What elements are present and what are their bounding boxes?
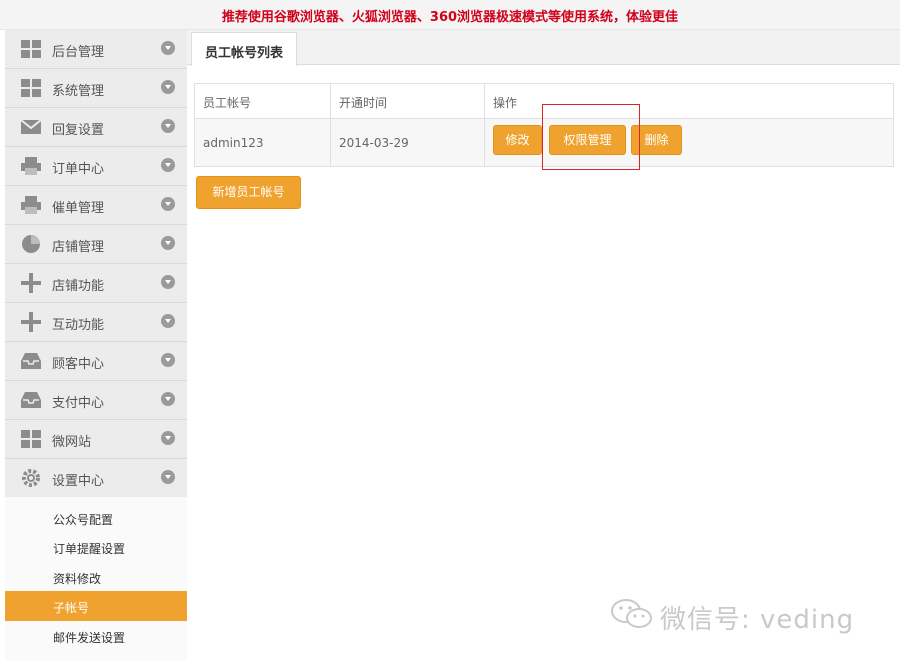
sidebar-item-label: 催单管理 xyxy=(52,201,105,216)
inbox-icon xyxy=(21,353,41,369)
chevron-down-icon xyxy=(161,392,175,406)
submenu-item-order-reminder[interactable]: 订单提醒设置 xyxy=(5,532,187,562)
chevron-down-icon xyxy=(161,119,175,133)
highlight-box xyxy=(542,104,640,170)
pie-chart-icon xyxy=(22,235,40,253)
add-staff-account-button[interactable]: 新增员工帐号 xyxy=(196,176,301,209)
settings-submenu: 公众号配置 订单提醒设置 资料修改 子帐号 邮件发送设置 xyxy=(5,497,187,661)
sidebar-item-label: 设置中心 xyxy=(52,474,105,489)
chevron-down-icon xyxy=(161,275,175,289)
inbox-icon xyxy=(21,392,41,408)
sidebar-item-backend[interactable]: 后台管理 xyxy=(5,30,187,69)
sidebar-item-label: 后台管理 xyxy=(52,45,105,60)
sidebar-item-reminders[interactable]: 催单管理 xyxy=(5,186,187,225)
sidebar-item-settings[interactable]: 设置中心 xyxy=(5,459,187,498)
submenu-item-label: 子帐号 xyxy=(53,601,90,615)
chevron-down-icon xyxy=(161,197,175,211)
header-cell: 员工帐号 xyxy=(195,84,331,118)
sidebar-item-interaction[interactable]: 互动功能 xyxy=(5,303,187,342)
sidebar-item-label: 微网站 xyxy=(52,435,92,450)
chevron-down-icon xyxy=(161,80,175,94)
column-header-account: 员工帐号 xyxy=(203,96,252,110)
chevron-down-icon xyxy=(161,431,175,445)
wechat-watermark: 微信号: veding xyxy=(610,595,875,635)
sidebar-item-label: 支付中心 xyxy=(52,396,105,411)
printer-icon xyxy=(21,196,41,214)
gear-icon xyxy=(22,469,40,487)
chevron-down-icon xyxy=(161,314,175,328)
sidebar-item-label: 订单中心 xyxy=(52,162,105,177)
sidebar-item-payment[interactable]: 支付中心 xyxy=(5,381,187,420)
printer-icon xyxy=(21,157,41,175)
browser-notice: 推荐使用谷歌浏览器、火狐浏览器、360浏览器极速模式等使用系统，体验更佳 xyxy=(221,10,679,25)
grid-icon xyxy=(21,40,41,58)
sidebar: 后台管理 系统管理 回复设置 订单中心 催单管理 店铺管理 店铺功能 互动功能 xyxy=(5,30,187,661)
submenu-item-profile[interactable]: 资料修改 xyxy=(5,562,187,592)
table-cell: 2014-03-29 xyxy=(331,119,485,166)
submenu-item-label: 邮件发送设置 xyxy=(53,631,126,645)
sidebar-item-orders[interactable]: 订单中心 xyxy=(5,147,187,186)
column-header-date: 开通时间 xyxy=(339,96,388,110)
plus-icon xyxy=(21,273,41,293)
sidebar-item-label: 顾客中心 xyxy=(52,357,105,372)
sidebar-item-store-features[interactable]: 店铺功能 xyxy=(5,264,187,303)
chevron-down-icon xyxy=(161,353,175,367)
submenu-item-label: 资料修改 xyxy=(53,572,102,586)
envelope-icon xyxy=(20,119,42,134)
account-value: admin123 xyxy=(203,136,264,150)
chevron-down-icon xyxy=(161,41,175,55)
submenu-item-label: 公众号配置 xyxy=(53,513,114,527)
sidebar-item-microsite[interactable]: 微网站 xyxy=(5,420,187,459)
column-header-actions: 操作 xyxy=(493,96,518,110)
tab-label: 员工帐号列表 xyxy=(204,46,283,61)
chevron-down-icon xyxy=(161,470,175,484)
sidebar-item-reply[interactable]: 回复设置 xyxy=(5,108,187,147)
submenu-item-label: 订单提醒设置 xyxy=(53,542,126,556)
sidebar-item-label: 店铺功能 xyxy=(52,279,105,294)
chevron-down-icon xyxy=(161,158,175,172)
edit-button[interactable]: 修改 xyxy=(493,125,542,155)
watermark-text: 微信号: veding xyxy=(660,605,855,635)
submenu-item-official-account[interactable]: 公众号配置 xyxy=(5,503,187,533)
chevron-down-icon xyxy=(161,236,175,250)
sidebar-item-customers[interactable]: 顾客中心 xyxy=(5,342,187,381)
submenu-item-sub-account[interactable]: 子帐号 xyxy=(5,591,187,621)
tab-staff-accounts[interactable]: 员工帐号列表 xyxy=(191,32,297,66)
grid-icon xyxy=(21,79,41,97)
submenu-item-email-settings[interactable]: 邮件发送设置 xyxy=(5,621,187,651)
grid-icon xyxy=(21,430,41,448)
plus-icon xyxy=(21,312,41,332)
notice-bar: 推荐使用谷歌浏览器、火狐浏览器、360浏览器极速模式等使用系统，体验更佳 xyxy=(0,0,900,30)
sidebar-item-label: 互动功能 xyxy=(52,318,105,333)
table-cell: admin123 xyxy=(195,119,331,166)
header-cell: 开通时间 xyxy=(331,84,485,118)
sidebar-item-system[interactable]: 系统管理 xyxy=(5,69,187,108)
date-value: 2014-03-29 xyxy=(339,136,409,150)
sidebar-item-label: 店铺管理 xyxy=(52,240,105,255)
sidebar-item-store[interactable]: 店铺管理 xyxy=(5,225,187,264)
tab-bar: 员工帐号列表 xyxy=(187,30,900,66)
wechat-icon xyxy=(611,599,652,628)
sidebar-item-label: 回复设置 xyxy=(52,123,105,138)
sidebar-item-label: 系统管理 xyxy=(52,84,105,99)
